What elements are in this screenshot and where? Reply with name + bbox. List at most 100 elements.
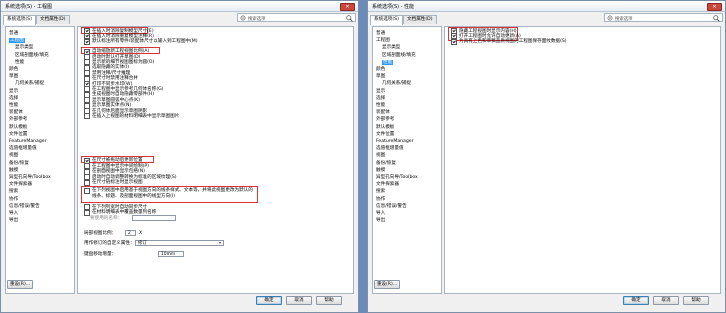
tree-item[interactable]: FeatureManager	[9, 139, 47, 144]
option-label: 默认标注所有零件/装配体尺寸以输入到工程图中(M)	[92, 39, 198, 45]
tree-item[interactable]: 导入	[376, 211, 385, 216]
tree-item[interactable]: 草图	[376, 74, 385, 79]
tree-item[interactable]: 备份/恢复	[376, 161, 396, 166]
checkbox[interactable]	[84, 179, 90, 186]
option-label: 在尺寸链标注时显示视图	[92, 180, 143, 185]
quantity-name-field[interactable]	[132, 215, 176, 221]
option-row[interactable]: 为具有上色和草稿品质视图的工程图保存面纹数据(S)	[451, 38, 567, 45]
select-value: 修订	[138, 241, 147, 246]
tab-system-options[interactable]: 系统选项(S)	[3, 15, 36, 25]
detail-scale-input[interactable]: 2	[125, 230, 136, 236]
tree-item[interactable]: 装配体	[376, 110, 390, 115]
tree-item[interactable]: 工程图	[9, 38, 25, 44]
tree-item[interactable]: 搜索	[9, 189, 18, 194]
tree-item[interactable]: 搜索	[376, 189, 385, 194]
option-row[interactable]: 在插入上视图的材料明细表中显示草图图片	[84, 113, 180, 120]
tree-item[interactable]: 草图	[9, 74, 18, 79]
tree-item[interactable]: 触摸	[9, 168, 18, 173]
tree-item[interactable]: 外部参考	[9, 117, 27, 122]
checkbox[interactable]	[84, 38, 90, 45]
tab-system-options[interactable]: 系统选项(S)	[370, 15, 403, 25]
title-bar[interactable]: 系统选项(S) - 工程图 ✕	[1, 1, 358, 12]
tree-item[interactable]: 颜色	[9, 67, 18, 72]
close-button[interactable]: ✕	[340, 2, 355, 11]
tree-item[interactable]: 区域剖面线/填充	[382, 53, 416, 58]
tree-item[interactable]: 导入	[9, 211, 18, 216]
tree-item[interactable]: 导出	[376, 218, 385, 223]
tree-item[interactable]: 显示	[376, 89, 385, 94]
tab-document-properties[interactable]: 文档属性(D)	[36, 15, 70, 24]
tree-item[interactable]: 装配体	[9, 110, 23, 115]
checkbox[interactable]	[451, 38, 457, 45]
search-box[interactable]: 搜索选项	[237, 13, 356, 22]
option-row[interactable]: 在尺寸链标注时显示视图	[84, 179, 143, 186]
search-input[interactable]: 搜索选项	[615, 16, 633, 22]
search-input[interactable]: 搜索选项	[248, 16, 266, 22]
tab-document-properties[interactable]: 文档属性(D)	[403, 15, 437, 24]
tree-item[interactable]: 协作	[9, 197, 18, 202]
tree-item[interactable]: 选值框增量值	[376, 146, 404, 151]
tree-item[interactable]: 几何关系/捕捉	[382, 81, 411, 86]
help-button[interactable]: 帮助	[316, 296, 342, 305]
tree-item[interactable]: 视图	[9, 153, 18, 158]
tree-item[interactable]: 工程图	[376, 38, 390, 43]
search-box[interactable]: 搜索选项	[604, 13, 723, 22]
search-icon[interactable]	[346, 14, 353, 22]
tree-item[interactable]: 备份/恢复	[9, 161, 29, 166]
revision-property-select[interactable]: 修订	[135, 240, 224, 246]
tree-item[interactable]: 默认模板	[9, 125, 27, 130]
reset-button[interactable]: 重设(R)...	[7, 280, 33, 289]
tree-item[interactable]: 外部参考	[376, 117, 394, 122]
tree-item[interactable]: 选择	[376, 96, 385, 101]
tree-item[interactable]: 普通	[9, 31, 18, 36]
keyboard-increment-input[interactable]: 10mm	[158, 251, 184, 257]
reset-button[interactable]: 重设(R)...	[374, 280, 400, 289]
close-button[interactable]: ✕	[707, 2, 722, 11]
tree-item[interactable]: 普通	[376, 31, 385, 36]
tree-item[interactable]: 性能	[15, 60, 24, 65]
chevron-down-icon	[219, 242, 221, 245]
tree-item[interactable]: 选择	[9, 96, 18, 101]
option-label: 在材料明细表中覆盖数量列名称	[92, 210, 157, 215]
tree-item[interactable]: 文件位置	[376, 132, 394, 137]
option-view-orientation-line-styles[interactable]: 在下列视图中启用基于视图方向的线条样式、文本等，并将此视图更改为默认的线条、标题…	[84, 188, 254, 199]
tree-item[interactable]: 性能	[376, 103, 385, 108]
checkbox[interactable]	[84, 113, 90, 120]
ok-button[interactable]: 确定	[623, 296, 649, 305]
tree-item[interactable]: 视图	[376, 153, 385, 158]
tree-item[interactable]: 异型孔向导/Toolbox	[376, 175, 418, 180]
tree-item[interactable]: 信息/错误/警告	[376, 204, 407, 209]
detail-scale-label: 局部视图比例：	[84, 231, 117, 236]
checkbox[interactable]	[84, 188, 90, 194]
tree-item[interactable]: 显示类型	[15, 45, 33, 50]
tree-item[interactable]: 文件位置	[9, 132, 27, 137]
tree-item[interactable]: 文件探索器	[9, 182, 32, 187]
option-row[interactable]: 默认标注所有零件/装配体尺寸以输入到工程图中(M)	[84, 38, 198, 45]
revision-property-label: 用作修订的自定义属性：	[84, 241, 135, 246]
cancel-button[interactable]: 取消	[653, 296, 679, 305]
checkbox[interactable]	[84, 209, 90, 216]
tree-item[interactable]: 信息/错误/警告	[9, 204, 40, 209]
tree-item[interactable]: 触摸	[376, 168, 385, 173]
tree-item[interactable]: 颜色	[376, 67, 385, 72]
option-label: 在插入上视图的材料明细表中显示草图图片	[92, 113, 180, 119]
cancel-button[interactable]: 取消	[286, 296, 312, 305]
tree-item[interactable]: 异型孔向导/Toolbox	[9, 175, 51, 180]
tree-item[interactable]: 性能	[9, 103, 18, 108]
tree-item[interactable]: 区域剖面线/填充	[15, 53, 49, 58]
help-button[interactable]: 帮助	[683, 296, 709, 305]
option-row[interactable]: 在材料明细表中覆盖数量列名称	[84, 209, 157, 216]
search-icon[interactable]	[713, 14, 720, 22]
tree-item[interactable]: 协作	[376, 197, 385, 202]
tree-item[interactable]: 性能	[382, 59, 394, 65]
tree-item[interactable]: 显示类型	[382, 45, 400, 50]
tree-item[interactable]: 几何关系/捕捉	[15, 81, 44, 86]
tree-item[interactable]: 选值框增量值	[9, 146, 37, 151]
tree-item[interactable]: 默认模板	[376, 125, 394, 130]
tree-item[interactable]: 显示	[9, 89, 18, 94]
tree-item[interactable]: 导出	[9, 218, 18, 223]
ok-button[interactable]: 确定	[256, 296, 282, 305]
title-bar[interactable]: 系统选项(S) - 性能 ✕	[368, 1, 725, 12]
tree-item[interactable]: FeatureManager	[376, 139, 414, 144]
tree-item[interactable]: 文件探索器	[376, 182, 399, 187]
